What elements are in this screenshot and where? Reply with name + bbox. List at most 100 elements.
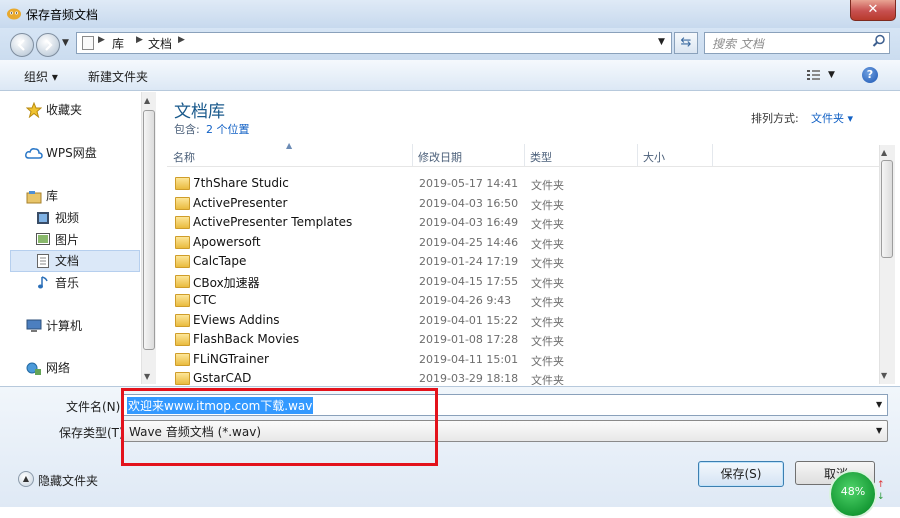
- forward-button[interactable]: [36, 33, 60, 57]
- file-name: ActivePresenter Templates: [193, 215, 353, 229]
- file-row[interactable]: ActivePresenter 2019-04-03 16:50 文件夹: [168, 194, 878, 213]
- file-date: 2019-05-17 14:41: [419, 177, 519, 190]
- file-type: 文件夹: [531, 276, 564, 290]
- forward-arrow-icon: [45, 39, 53, 51]
- file-name: 7thShare Studic: [193, 176, 289, 190]
- includes-locations-link[interactable]: 2 个位置: [206, 121, 250, 137]
- filetype-dropdown-icon[interactable]: ▼: [876, 426, 882, 435]
- column-size[interactable]: 大小: [643, 149, 665, 165]
- upload-arrow-icon: ↑: [877, 480, 885, 490]
- nav-item-music[interactable]: 音乐: [55, 273, 79, 293]
- save-button[interactable]: 保存(S): [698, 461, 784, 487]
- nav-item-video[interactable]: 视频: [55, 208, 79, 228]
- star-icon: [25, 101, 43, 119]
- library-title: 文档库: [174, 102, 225, 122]
- computer-icon: [26, 319, 42, 333]
- file-row[interactable]: CBox加速器 2019-04-15 17:55 文件夹: [168, 272, 878, 291]
- download-arrow-icon: ↓: [877, 492, 885, 502]
- help-button[interactable]: ?: [862, 67, 878, 83]
- search-placeholder: 搜索 文档: [712, 37, 764, 51]
- close-button[interactable]: ✕: [850, 0, 896, 21]
- column-separator[interactable]: [524, 144, 525, 166]
- nav-item-documents[interactable]: 文档: [55, 251, 79, 271]
- breadcrumb-documents[interactable]: 文档: [148, 35, 172, 52]
- scroll-up-icon[interactable]: ▲: [144, 96, 150, 105]
- column-name[interactable]: 名称: [173, 149, 195, 165]
- nav-item-library[interactable]: 库: [46, 186, 58, 206]
- library-icon: [26, 190, 42, 204]
- content-scroll-thumb[interactable]: [881, 160, 893, 258]
- back-button[interactable]: [10, 33, 34, 57]
- arrange-by-label: 排列方式:: [751, 112, 799, 125]
- file-date: 2019-01-08 17:28: [419, 333, 519, 346]
- folder-icon: [175, 372, 190, 385]
- arrange-by-dropdown[interactable]: 文件夹 ▾: [811, 110, 853, 126]
- column-separator[interactable]: [712, 144, 713, 166]
- sort-ascending-icon: ▲: [286, 141, 293, 150]
- window-title: 保存音频文档: [26, 8, 99, 22]
- column-date[interactable]: 修改日期: [418, 149, 462, 165]
- breadcrumb-arrow-icon[interactable]: ▶: [178, 35, 185, 45]
- file-date: 2019-04-15 17:55: [419, 274, 519, 288]
- folder-icon: [175, 352, 190, 366]
- file-type: 文件夹: [531, 218, 564, 231]
- back-arrow-icon: [17, 39, 25, 51]
- organize-button[interactable]: 组织 ▾: [24, 68, 58, 85]
- file-row[interactable]: 7thShare Studic 2019-05-17 14:41 文件夹: [168, 174, 878, 193]
- filename-dropdown-icon[interactable]: ▼: [876, 400, 882, 409]
- nav-item-wps[interactable]: WPS网盘: [46, 143, 97, 163]
- nav-item-pictures[interactable]: 图片: [55, 230, 79, 250]
- file-row[interactable]: ActivePresenter Templates 2019-04-03 16:4…: [168, 213, 878, 232]
- document-icon: [37, 254, 53, 268]
- nav-item-computer[interactable]: 计算机: [46, 316, 82, 336]
- view-dropdown-icon[interactable]: ▼: [828, 70, 835, 80]
- breadcrumb-library[interactable]: 库: [112, 35, 124, 52]
- collapse-icon[interactable]: ▲: [18, 471, 34, 487]
- file-row[interactable]: CalcTape 2019-01-24 17:19 文件夹: [168, 252, 878, 271]
- highlight-annotation-box: [121, 388, 438, 466]
- scroll-down-icon[interactable]: ▼: [881, 371, 887, 380]
- history-dropdown-icon[interactable]: ▼: [62, 38, 69, 48]
- file-row[interactable]: CTC 2019-04-26 9:43 文件夹: [168, 291, 878, 310]
- file-row[interactable]: FlashBack Movies 2019-01-08 17:28 文件夹: [168, 330, 878, 349]
- column-type[interactable]: 类型: [530, 149, 552, 165]
- file-date: 2019-03-29 18:18: [419, 372, 519, 385]
- folder-icon: [175, 216, 190, 229]
- hide-folders-button[interactable]: 隐藏文件夹: [38, 472, 98, 489]
- speed-gauge-widget[interactable]: 48%: [829, 470, 877, 518]
- filename-label: 文件名(N):: [66, 400, 125, 414]
- scroll-down-icon[interactable]: ▼: [144, 372, 150, 381]
- search-icon[interactable]: [872, 34, 886, 51]
- column-separator[interactable]: [412, 144, 413, 166]
- file-row[interactable]: GstarCAD 2019-03-29 18:18 文件夹: [168, 369, 878, 385]
- picture-icon: [36, 233, 52, 247]
- file-type: 文件夹: [531, 335, 564, 348]
- file-row[interactable]: Apowersoft 2019-04-25 14:46 文件夹: [168, 233, 878, 252]
- column-separator[interactable]: [637, 144, 638, 166]
- file-row[interactable]: EViews Addins 2019-04-01 15:22 文件夹: [168, 311, 878, 330]
- file-row[interactable]: FLiNGTrainer 2019-04-11 15:01 文件夹: [168, 350, 878, 369]
- file-type: 文件夹: [531, 198, 564, 212]
- file-name: EViews Addins: [193, 312, 280, 327]
- video-icon: [36, 211, 52, 225]
- file-name: CalcTape: [193, 254, 247, 268]
- refresh-button[interactable]: ⇆: [674, 32, 698, 54]
- new-folder-button[interactable]: 新建文件夹: [88, 68, 148, 85]
- scroll-up-icon[interactable]: ▲: [881, 148, 887, 157]
- folder-icon: [175, 235, 190, 249]
- breadcrumb-arrow-icon[interactable]: ▶: [98, 35, 105, 45]
- file-name: Apowersoft: [193, 234, 261, 249]
- page-icon: [82, 36, 94, 50]
- file-name: FlashBack Movies: [193, 332, 300, 346]
- nav-scroll-thumb[interactable]: [143, 110, 155, 350]
- breadcrumb-arrow-icon[interactable]: ▶: [136, 35, 143, 45]
- address-dropdown-icon[interactable]: ▼: [658, 37, 665, 47]
- nav-item-favorites[interactable]: 收藏夹: [46, 100, 82, 120]
- file-type: 文件夹: [531, 179, 564, 192]
- view-options-icon[interactable]: [806, 68, 822, 85]
- file-date: 2019-04-03 16:49: [419, 216, 519, 229]
- file-name: GstarCAD: [193, 371, 252, 385]
- file-date: 2019-04-25 14:46: [419, 235, 519, 249]
- nav-item-network[interactable]: 网络: [46, 358, 70, 378]
- network-icon: [26, 362, 42, 376]
